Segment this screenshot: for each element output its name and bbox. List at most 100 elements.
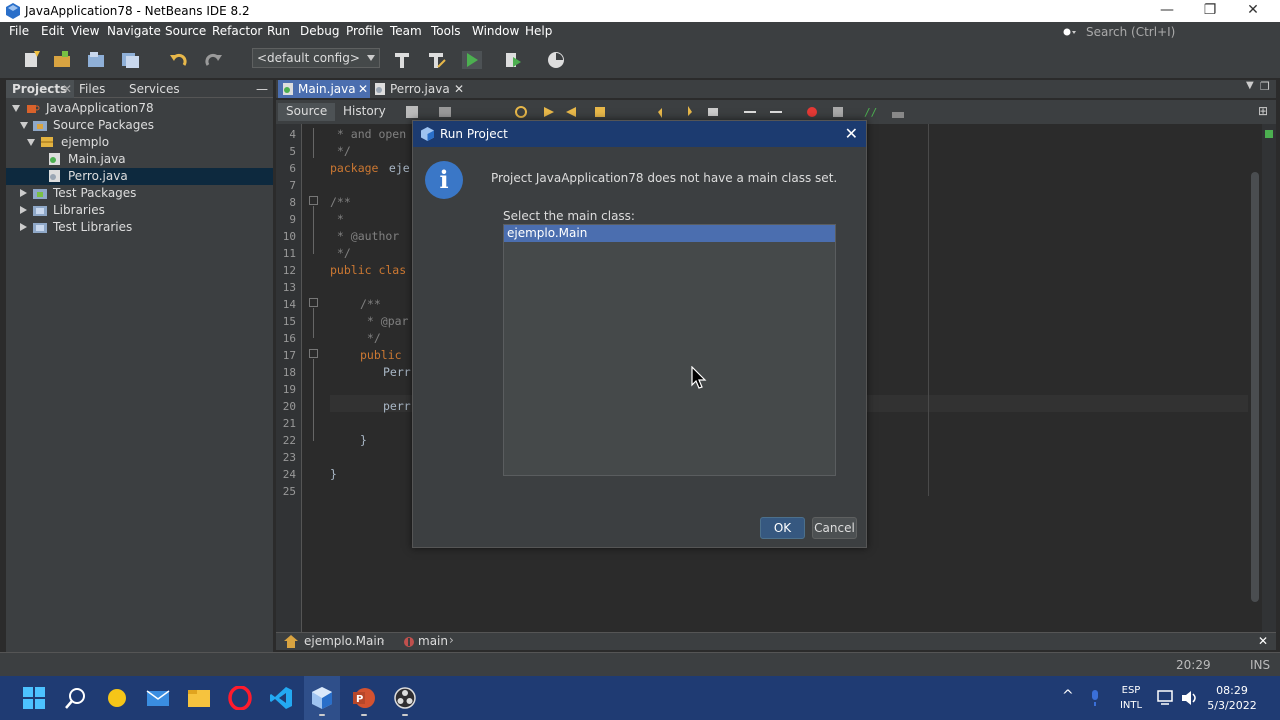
minimize-button[interactable]: — — [1144, 0, 1190, 22]
maximize-editor-icon[interactable]: ❐ — [1260, 80, 1270, 93]
editor-scrollbar[interactable] — [1248, 124, 1262, 632]
fold-toggle-icon[interactable] — [309, 349, 318, 358]
java-class-icon — [283, 83, 293, 95]
package-icon — [41, 137, 53, 147]
menu-run[interactable]: Run — [267, 24, 290, 38]
close-breadcrumb-icon[interactable]: ✕ — [1258, 634, 1268, 648]
menu-edit[interactable]: Edit — [41, 24, 64, 38]
menu-team[interactable]: Team — [390, 24, 422, 38]
debug-project-icon[interactable] — [503, 51, 523, 69]
tree-item-project[interactable]: JavaApplication78 — [6, 100, 273, 117]
cancel-button[interactable]: Cancel — [812, 517, 857, 539]
history-view-button[interactable]: History — [335, 103, 394, 121]
open-project-icon[interactable] — [86, 51, 106, 69]
code-line: */ — [360, 331, 381, 345]
redo-icon[interactable] — [203, 51, 223, 69]
tree-item-main-java[interactable]: Main.java — [6, 151, 273, 168]
scrollbar-thumb[interactable] — [1251, 172, 1259, 602]
java-class-icon — [49, 153, 60, 165]
menu-profile[interactable]: Profile — [346, 24, 383, 38]
quick-search[interactable]: Search (Ctrl+I) — [1060, 22, 1260, 42]
source-view-button[interactable]: Source — [278, 103, 336, 121]
fold-toggle-icon[interactable] — [309, 196, 318, 205]
obs-icon[interactable] — [393, 686, 417, 710]
tree-item-libraries[interactable]: Libraries — [6, 202, 273, 219]
tree-item-source-packages[interactable]: Source Packages — [6, 117, 273, 134]
split-editor-icon[interactable]: ⊞ — [1258, 104, 1268, 118]
close-icon[interactable]: ✕ — [845, 124, 858, 143]
close-tab-icon[interactable]: ✕ — [62, 82, 72, 96]
powerpoint-icon[interactable]: P — [352, 686, 376, 710]
tab-projects[interactable]: Projects — [12, 82, 67, 96]
menu-refactor[interactable]: Refactor — [212, 24, 262, 38]
tree-item-ejemplo[interactable]: ejemplo — [6, 134, 273, 151]
windows-start-icon[interactable] — [22, 686, 46, 710]
breadcrumb-class[interactable]: ejemplo.Main — [304, 634, 384, 648]
microphone-icon[interactable] — [1089, 690, 1101, 706]
undo-icon[interactable] — [169, 51, 189, 69]
fold-toggle-icon[interactable] — [309, 298, 318, 307]
code-line: * @author — [330, 229, 400, 243]
list-item[interactable]: ejemplo.Main — [504, 225, 835, 242]
menu-view[interactable]: View — [71, 24, 99, 38]
file-explorer-icon[interactable] — [187, 686, 211, 710]
ok-button[interactable]: OK — [760, 517, 805, 539]
editor-toolbar-icons[interactable] — [406, 104, 606, 120]
close-tab-icon[interactable]: ✕ — [454, 82, 464, 96]
tree-item-test-libraries[interactable]: Test Libraries — [6, 219, 273, 236]
clock-date[interactable]: 5/3/2022 — [1206, 699, 1258, 712]
run-project-icon[interactable] — [462, 51, 482, 69]
code-keyword: public clas — [330, 263, 407, 277]
network-icon[interactable] — [1157, 690, 1175, 706]
line-number: 22 — [282, 434, 296, 447]
close-window-button[interactable]: ✕ — [1230, 0, 1276, 22]
minimize-panel-icon[interactable]: — — [256, 82, 268, 96]
menu-navigate[interactable]: Navigate — [107, 24, 161, 38]
opera-icon[interactable] — [228, 686, 252, 710]
editor-toolbar-icons-2[interactable]: // — [658, 104, 908, 120]
save-all-icon[interactable] — [120, 51, 140, 69]
window-title: JavaApplication78 - NetBeans IDE 8.2 — [25, 4, 250, 18]
line-number: 7 — [289, 179, 296, 192]
tab-list-chevron-icon[interactable]: ▼ — [1246, 80, 1254, 91]
tree-item-perro-java[interactable]: Perro.java — [6, 168, 273, 185]
netbeans-taskbar-icon[interactable] — [310, 686, 334, 710]
mail-icon[interactable] — [146, 686, 170, 710]
tree-label: Libraries — [53, 203, 105, 217]
fold-guide — [313, 206, 314, 254]
configuration-select[interactable]: <default config> — [252, 48, 380, 68]
maximize-button[interactable]: ❐ — [1187, 0, 1233, 22]
menu-source[interactable]: Source — [165, 24, 206, 38]
menu-debug[interactable]: Debug — [300, 24, 339, 38]
menu-file[interactable]: File — [9, 24, 29, 38]
yellow-app-icon[interactable] — [105, 686, 129, 710]
dialog-title: Run Project — [440, 127, 508, 141]
vscode-icon[interactable] — [269, 686, 293, 710]
menu-help[interactable]: Help — [525, 24, 552, 38]
tree-item-test-packages[interactable]: Test Packages — [6, 185, 273, 202]
tab-services[interactable]: Services — [129, 82, 180, 96]
tab-main-java[interactable]: Main.java ✕ — [278, 80, 370, 98]
menu-tools[interactable]: Tools — [431, 24, 461, 38]
menu-window[interactable]: Window — [472, 24, 519, 38]
status-bar: 20:29 INS — [0, 652, 1280, 676]
new-file-icon[interactable] — [22, 51, 42, 69]
library-folder-icon — [33, 206, 47, 216]
language-code[interactable]: ESP — [1118, 685, 1144, 696]
breadcrumb-method[interactable]: main — [418, 634, 448, 648]
netbeans-cube-icon — [421, 127, 434, 141]
volume-icon[interactable] — [1181, 690, 1199, 706]
clean-build-icon[interactable] — [426, 51, 446, 69]
search-icon[interactable] — [64, 686, 88, 710]
tray-chevron-up-icon[interactable]: ^ — [1062, 688, 1074, 704]
tab-perro-java[interactable]: Perro.java ✕ — [370, 80, 468, 98]
profile-project-icon[interactable] — [547, 51, 567, 69]
close-tab-icon[interactable]: ✕ — [358, 82, 368, 96]
clock-time[interactable]: 08:29 — [1210, 684, 1254, 697]
build-hammer-icon[interactable] — [392, 51, 412, 69]
code-keyword: package — [330, 161, 379, 175]
main-class-list[interactable]: ejemplo.Main — [503, 224, 836, 476]
language-layout[interactable]: INTL — [1118, 700, 1144, 711]
tab-files[interactable]: Files — [79, 82, 105, 96]
new-project-icon[interactable] — [52, 51, 72, 69]
